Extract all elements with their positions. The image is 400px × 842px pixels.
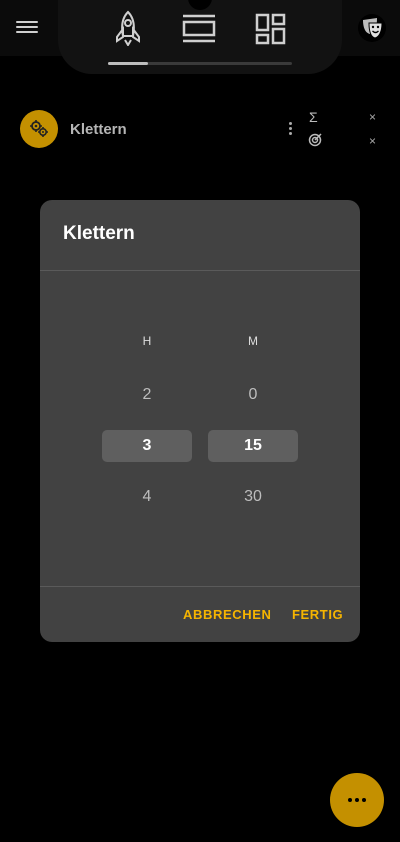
activity-more-button[interactable] <box>284 120 296 138</box>
menu-button[interactable] <box>16 18 38 38</box>
more-actions-fab[interactable] <box>330 773 384 827</box>
page-progress-bar <box>108 62 292 65</box>
target-icon[interactable] <box>308 133 322 147</box>
cancel-button[interactable]: ABBRECHEN <box>183 607 271 622</box>
done-button[interactable]: FERTIG <box>292 607 343 622</box>
nav-agenda-button[interactable] <box>182 14 216 49</box>
hours-option-below[interactable]: 4 <box>102 488 192 506</box>
view-agenda-icon <box>182 14 216 43</box>
hours-label: H <box>142 334 152 348</box>
dialog-divider-bottom <box>40 586 360 587</box>
dialog-divider-top <box>40 270 360 271</box>
hours-selected[interactable]: 3 <box>102 430 192 462</box>
mode-toggle-button[interactable] <box>358 14 386 42</box>
nav-dashboard-button[interactable] <box>255 13 287 50</box>
dialog-title: Klettern <box>63 223 135 244</box>
minutes-selected[interactable]: 15 <box>208 430 298 462</box>
top-app-bar <box>0 0 400 74</box>
menu-icon <box>16 21 38 23</box>
activity-avatar[interactable] <box>20 110 58 148</box>
gear-cluster-icon <box>30 120 48 137</box>
rocket-icon <box>116 10 140 47</box>
hours-option-above[interactable]: 2 <box>102 386 192 404</box>
more-horiz-icon <box>348 798 352 802</box>
remove-goal-button[interactable]: × <box>369 134 376 148</box>
minutes-label: M <box>248 334 258 348</box>
activity-row[interactable]: Klettern Σ × × <box>0 108 400 152</box>
duration-picker-dialog: Klettern H M 2 0 3 15 4 30 ABBRECHEN FER… <box>40 200 360 642</box>
page-progress-fill <box>108 62 149 65</box>
theater-mask-icon <box>363 18 383 39</box>
more-vert-icon <box>288 122 292 125</box>
remove-sum-button[interactable]: × <box>369 110 376 124</box>
nav-rocket-button[interactable] <box>112 10 144 51</box>
sigma-icon[interactable]: Σ <box>309 109 318 125</box>
activity-name: Klettern <box>70 121 127 138</box>
minutes-option-below[interactable]: 30 <box>208 488 298 506</box>
minutes-option-above[interactable]: 0 <box>208 386 298 404</box>
dashboard-icon <box>255 13 286 45</box>
